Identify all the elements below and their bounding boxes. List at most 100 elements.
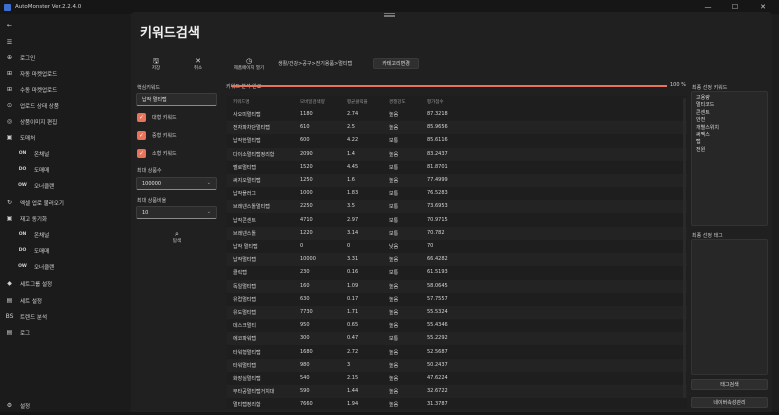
sidebar-item-label: 도매매: [34, 167, 50, 174]
sidebar-item-icon: ▤: [6, 297, 13, 304]
column-header[interactable]: 평가점수: [427, 99, 444, 105]
sidebar-item[interactable]: DO 도매매: [0, 163, 130, 176]
column-header[interactable]: 평균클릭율: [347, 99, 368, 105]
table-cell: 85.6116: [427, 137, 448, 144]
sidebar-item-label: 상품이미지 편집: [20, 119, 58, 126]
table-row[interactable]: 타워멀티탭 980 3 높음 50.2437: [227, 358, 687, 372]
progress-bar: [231, 85, 667, 88]
table-cell: 1.71: [347, 309, 359, 315]
naver-attribute-manage-button[interactable]: 네이버속성관리: [691, 397, 768, 408]
sidebar-item[interactable]: ON 온채널: [0, 228, 130, 241]
table-row[interactable]: 브레넨스톨멀티탭 2250 3.5 보통 73.6953: [227, 200, 687, 214]
table-cell: 에코파워탭: [233, 336, 257, 343]
table-row[interactable]: 납작 멀티탭 0 0 낮음 70: [227, 240, 687, 253]
checkbox-large-keyword[interactable]: ✓ 대형 키워드: [137, 113, 177, 122]
sidebar-item[interactable]: DO 도매매: [0, 244, 130, 257]
cancel-button[interactable]: ✕ 취소: [190, 57, 206, 71]
table-row[interactable]: 납작플러그 1000 1.83 보통 76.5283: [227, 187, 687, 200]
sidebar-item[interactable]: ↻ 엑셀 업로 불러오기: [0, 196, 130, 209]
table-row[interactable]: 전자파차단멀티탭 610 2.5 높음 85.9656: [227, 121, 687, 135]
keyword-item[interactable]: 전원: [696, 146, 705, 153]
table-cell: 52.5687: [427, 348, 448, 355]
table-row[interactable]: 써지오멀티탭 1250 1.6 높음 77.4999: [227, 174, 687, 187]
search-button[interactable]: ⌕ 탐색: [168, 230, 186, 244]
table-cell: 높음: [389, 178, 399, 184]
table-cell: 2090: [300, 150, 313, 157]
keyword-item[interactable]: 고용량: [696, 94, 710, 101]
keyword-item[interactable]: 써멕스: [696, 131, 710, 138]
sidebar-item[interactable]: ⊙ 업로드 상태 상품: [0, 99, 130, 112]
table-row[interactable]: 무타공멀티탭거치대 590 1.44 높음 32.6722: [227, 385, 687, 399]
sidebar-item[interactable]: ◎ 상품이미지 편집: [0, 115, 130, 128]
table-row[interactable]: 멀티탭정리함 7660 1.94 높음 31.3787: [227, 398, 687, 409]
open-product-page-button[interactable]: ◷ 제품페이지 열기: [229, 57, 269, 71]
sidebar-item[interactable]: ⊕ 로그인: [0, 51, 130, 64]
table-row[interactable]: 타워형멀티탭 1680 2.72 높음 52.5687: [227, 346, 687, 359]
column-header[interactable]: 키워드명: [233, 99, 250, 105]
table-cell: 1.94: [347, 401, 359, 408]
keyword-item[interactable]: 개별스위치: [696, 124, 719, 131]
column-header[interactable]: 모바일검색량: [300, 99, 325, 105]
progress-percent: 100 %: [670, 82, 686, 88]
sidebar-item[interactable]: ⊞ 자동 마켓업로드: [0, 67, 130, 80]
table-cell: 납작멀티탭: [233, 257, 257, 264]
sidebar-item[interactable]: OW 오너클랜: [0, 179, 130, 192]
sidebar-item[interactable]: ▣ 재고 동기화: [0, 212, 130, 225]
table-row[interactable]: 사오미멀티탭 1180 2.74 높음 87.3218: [227, 108, 687, 121]
sidebar-item-label: 오너클랜: [34, 264, 55, 271]
sidebar-item-icon: ↻: [6, 199, 13, 206]
sidebar-item-settings[interactable]: ⚙ 설정: [0, 399, 130, 412]
sidebar-item[interactable]: ←: [0, 19, 130, 32]
drag-handle-icon[interactable]: [384, 13, 395, 17]
keyword-item[interactable]: 콘센트: [696, 109, 710, 116]
sidebar-item[interactable]: ☰: [0, 36, 130, 49]
keyword-item[interactable]: 탭: [696, 138, 701, 145]
table-row[interactable]: 독일멀티탭 160 1.09 높음 58.0645: [227, 279, 687, 293]
sidebar-item[interactable]: ⊞ 수동 마켓업로드: [0, 83, 130, 96]
save-button[interactable]: 🖫 저장: [148, 57, 164, 71]
table-row[interactable]: 유도멀티탭 7730 1.71 높음 55.5324: [227, 306, 687, 319]
column-header[interactable]: 경쟁강도: [389, 99, 406, 105]
table-row[interactable]: 화장실멀티탭 540 2.15 높음 47.6224: [227, 372, 687, 385]
sidebar-item[interactable]: ▤ 로그: [0, 326, 130, 339]
table-row[interactable]: 데스크멀티 950 0.65 높음 55.4346: [227, 319, 687, 332]
tag-search-button[interactable]: 태그검색: [691, 379, 768, 390]
max-products-select[interactable]: 100000 ⌄: [136, 177, 217, 190]
keyword-item[interactable]: 안전: [696, 116, 705, 123]
table-row[interactable]: 유럽멀티탭 630 0.17 높음 57.7557: [227, 293, 687, 306]
table-cell: 630: [300, 295, 310, 302]
max-ratio-select[interactable]: 10 ⌄: [136, 206, 217, 219]
table-row[interactable]: 브레넨스톨 1220 3.14 보통 70.782: [227, 226, 687, 240]
table-row[interactable]: 벨로멀티탭 1520 4.45 보통 81.8701: [227, 161, 687, 174]
sidebar-item-label: 로그인: [20, 55, 36, 62]
max-products-value: 100000: [142, 180, 162, 187]
sidebar-item[interactable]: ◆ 세트그룹 설정: [0, 277, 130, 290]
table-cell: 1520: [300, 163, 313, 170]
table-scrollbar[interactable]: [683, 98, 686, 398]
table-cell: 보통: [389, 336, 399, 343]
table-row[interactable]: 클릭탭 230 0.16 보통 61.5193: [227, 266, 687, 279]
table-row[interactable]: 납작한멀티탭 600 4.22 보통 85.6116: [227, 134, 687, 147]
core-keyword-input[interactable]: 납작 멀티탭: [136, 93, 217, 106]
sidebar-item[interactable]: ON 온채널: [0, 147, 130, 160]
table-cell: 벨로멀티탭: [233, 164, 257, 171]
keyword-item[interactable]: 멀티코드: [696, 101, 714, 108]
table-cell: 2250: [300, 203, 313, 210]
checkbox-small-keyword[interactable]: ✓ 소형 키워드: [137, 149, 177, 158]
table-cell: 타워멀티탭: [233, 362, 257, 369]
table-row[interactable]: 에코파워탭 300 0.47 보통 55.2292: [227, 332, 687, 346]
sidebar-item[interactable]: ▤ 세트 설정: [0, 294, 130, 307]
table-cell: 0.17: [347, 295, 359, 302]
sidebar-item[interactable]: OW 오너클랜: [0, 260, 130, 273]
sidebar-item[interactable]: ▣ 도매처: [0, 131, 130, 144]
sidebar-item-icon: ⊕: [6, 54, 13, 61]
table-row[interactable]: 납작콘센트 4710 2.97 보통 70.9715: [227, 214, 687, 227]
table-row[interactable]: 다이소멀티탭정리함 2090 1.4 높음 83.2437: [227, 147, 687, 161]
category-change-button[interactable]: 카테고리변경: [373, 58, 419, 69]
table-cell: 4.22: [347, 137, 359, 144]
checkbox-medium-keyword[interactable]: ✓ 중형 키워드: [137, 131, 177, 140]
sidebar-item[interactable]: BS 트렌드 분석: [0, 310, 130, 323]
table-row[interactable]: 납작멀티탭 10000 3.31 높음 66.4282: [227, 253, 687, 267]
final-tags-box[interactable]: [691, 239, 768, 375]
table-cell: 보통: [389, 217, 399, 224]
